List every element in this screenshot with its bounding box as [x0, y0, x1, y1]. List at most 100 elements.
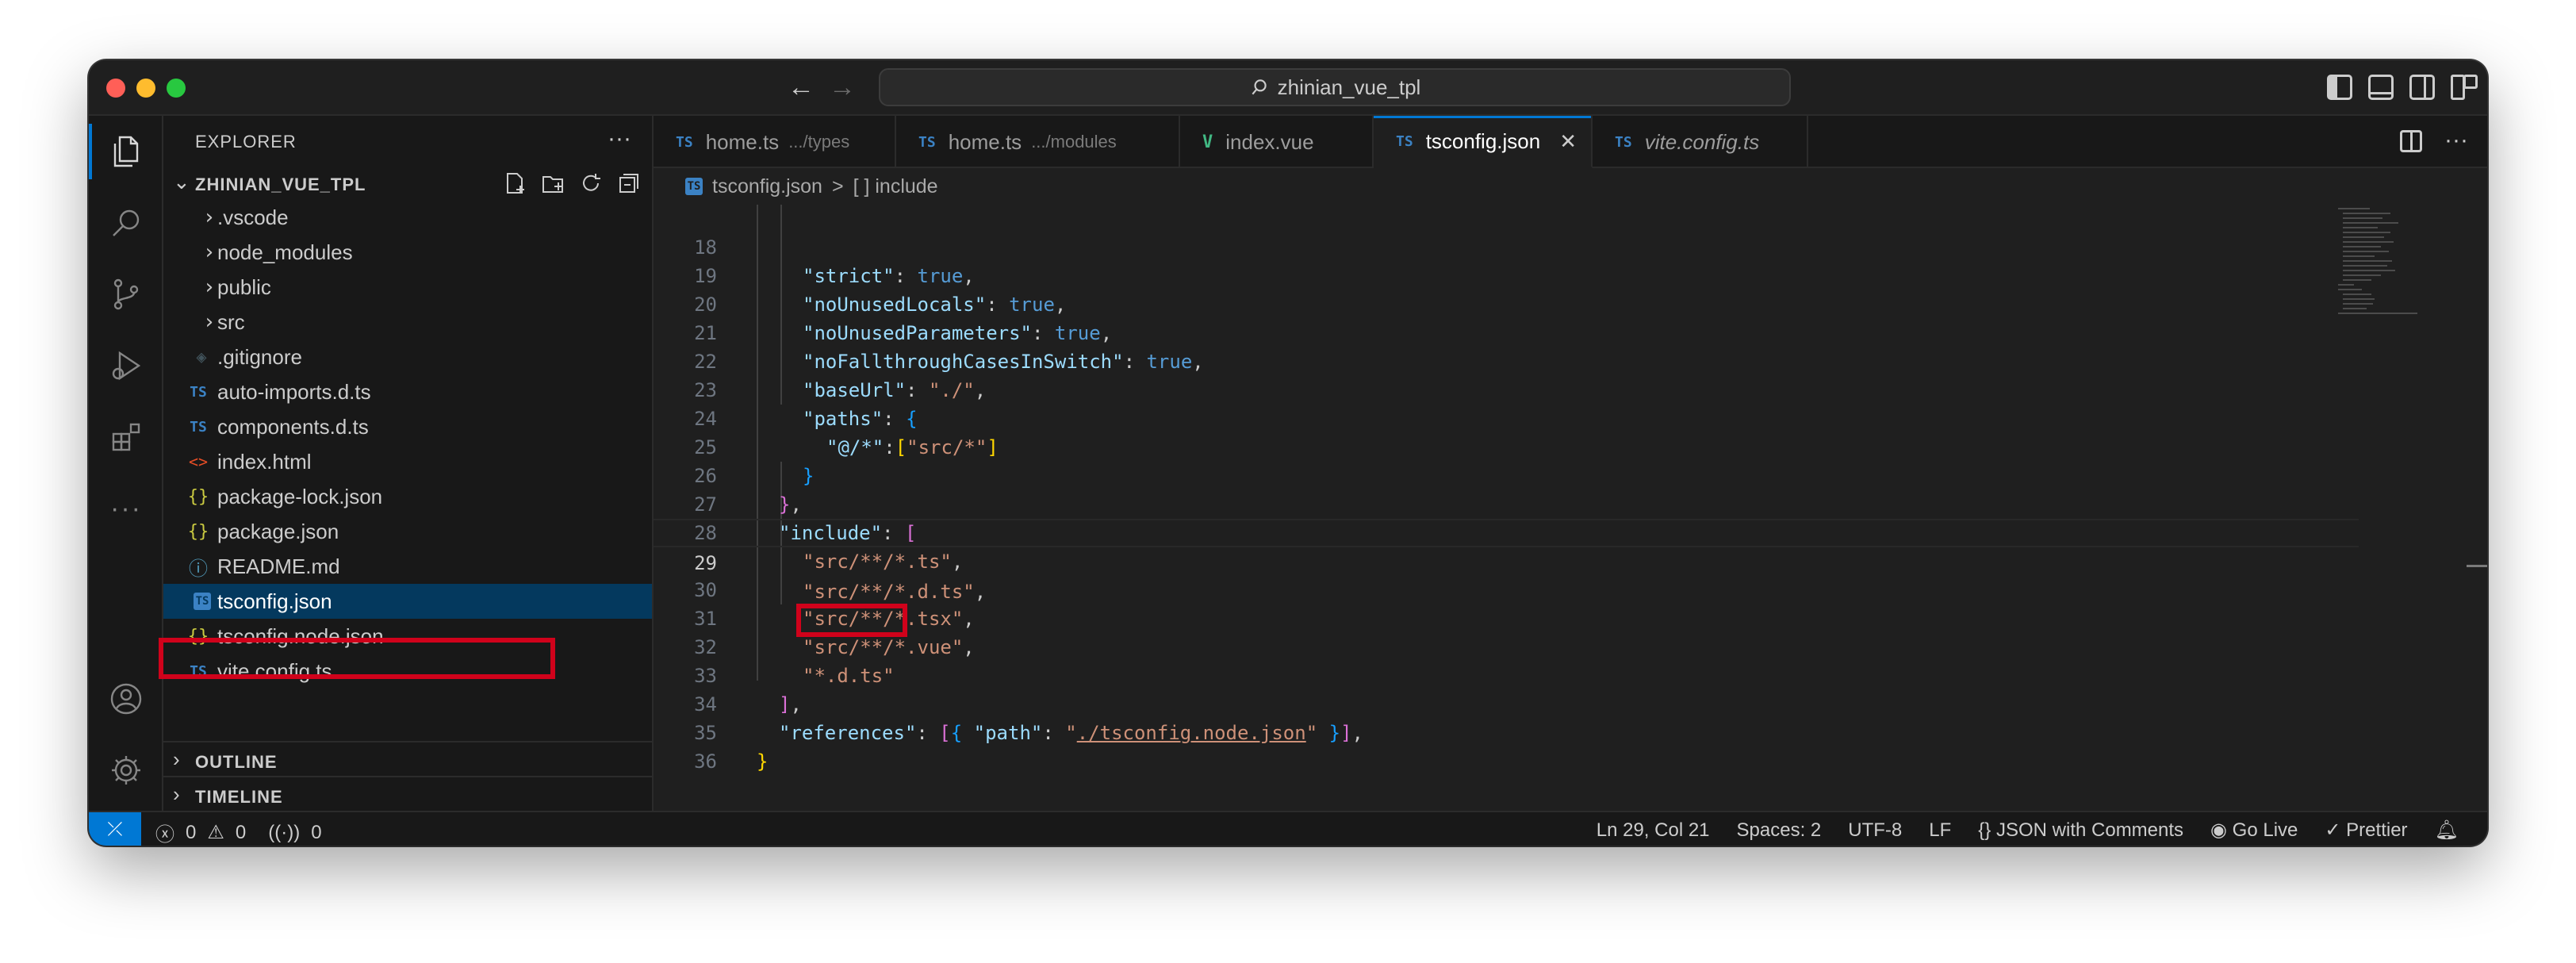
- go-live[interactable]: ◉ Go Live: [2210, 819, 2298, 842]
- collapse-all-icon[interactable]: [617, 171, 641, 195]
- chevron-down-icon: ⌄: [173, 170, 190, 194]
- toggle-primary-sidebar-icon[interactable]: [2327, 75, 2352, 100]
- settings-gear-icon[interactable]: [89, 735, 163, 806]
- more-actions-icon[interactable]: ···: [2444, 127, 2468, 154]
- more-views-icon[interactable]: ···: [89, 473, 163, 544]
- ts-icon: TS: [190, 418, 207, 435]
- tab-label: tsconfig.json: [1425, 129, 1541, 153]
- end-of-line[interactable]: LF: [1929, 819, 1951, 842]
- close-tab-icon[interactable]: ✕: [1559, 129, 1577, 154]
- scrollbar-indicator[interactable]: [2467, 565, 2487, 567]
- tree-item-label: components.d.ts: [217, 414, 369, 439]
- json-icon: {}: [187, 626, 209, 646]
- code-line: 19 "noUnusedLocals": true,: [654, 233, 2487, 316]
- tree-item-label: .vscode: [217, 205, 289, 229]
- tab-label: vite.config.ts: [1644, 129, 1760, 154]
- code-editor[interactable]: 18 "strict": true, 19 "noUnusedLocals": …: [654, 205, 2487, 811]
- indentation[interactable]: Spaces: 2: [1737, 819, 1822, 842]
- tree-item-vscode[interactable]: › .vscode: [163, 200, 652, 235]
- minimize-window-button[interactable]: [136, 79, 155, 98]
- line-number: 36: [694, 750, 717, 773]
- tree-item-tsconfig[interactable]: TS tsconfig.json: [163, 584, 652, 619]
- timeline-section-header[interactable]: › TIMELINE: [163, 776, 652, 811]
- json-icon: {}: [187, 521, 209, 542]
- breadcrumb-separator: >: [831, 175, 844, 198]
- minimap[interactable]: [2330, 205, 2457, 332]
- encoding[interactable]: UTF-8: [1848, 819, 1902, 842]
- tree-item-label: .gitignore: [217, 344, 302, 369]
- error-count[interactable]: 0: [186, 822, 196, 844]
- ports-icon: ((·)): [268, 821, 301, 843]
- tab-label: home.ts: [948, 129, 1022, 154]
- split-editor-icon[interactable]: [2400, 130, 2423, 152]
- cursor-position[interactable]: Ln 29, Col 21: [1597, 819, 1710, 842]
- tab-index-vue[interactable]: V index.vue: [1180, 116, 1374, 168]
- tab-description: .../modules: [1031, 132, 1117, 152]
- tab-home-ts-modules[interactable]: TS home.ts .../modules: [896, 116, 1180, 168]
- warning-count[interactable]: 0: [236, 822, 246, 844]
- tree-item-vite-config[interactable]: TS vite.config.ts: [163, 654, 652, 689]
- tab-label: home.ts: [705, 129, 780, 154]
- folder-actions: [503, 171, 641, 195]
- tab-home-ts-types[interactable]: TS home.ts .../types: [654, 116, 896, 168]
- tree-item-label: public: [217, 274, 271, 299]
- tree-item-components[interactable]: TS components.d.ts: [163, 409, 652, 444]
- account-icon[interactable]: [89, 663, 163, 735]
- outline-section-header[interactable]: › OUTLINE: [163, 741, 652, 776]
- tree-item-node-modules[interactable]: › node_modules: [163, 235, 652, 270]
- tree-item-auto-imports[interactable]: TS auto-imports.d.ts: [163, 374, 652, 409]
- command-center-search[interactable]: zhinian_vue_tpl: [879, 68, 1791, 106]
- workspace-folder-header[interactable]: ⌄ ZHINIAN_VUE_TPL: [163, 165, 652, 200]
- tree-item-gitignore[interactable]: ◈ .gitignore: [163, 340, 652, 374]
- tree-item-package-json[interactable]: {} package.json: [163, 514, 652, 549]
- warning-icon: ⚠: [207, 822, 224, 843]
- breadcrumb-file[interactable]: tsconfig.json: [712, 175, 822, 198]
- tsconfig-icon: TS: [194, 593, 211, 610]
- tree-item-label: README.md: [217, 554, 340, 578]
- tab-description: .../types: [788, 132, 850, 152]
- tree-item-readme[interactable]: ⓘ README.md: [163, 549, 652, 584]
- toggle-secondary-sidebar-icon[interactable]: [2409, 75, 2435, 100]
- code-line: 22 "baseUrl": "./",: [654, 319, 2487, 401]
- extensions-icon[interactable]: [89, 401, 163, 473]
- maximize-window-button[interactable]: [167, 79, 186, 98]
- ts-icon: TS: [676, 133, 693, 151]
- tab-tsconfig-json[interactable]: TS tsconfig.json ✕: [1374, 116, 1593, 168]
- ports-count[interactable]: 0: [311, 822, 321, 844]
- tree-item-src[interactable]: › src: [163, 305, 652, 340]
- breadcrumb-symbol[interactable]: [ ] include: [853, 175, 938, 198]
- code-line: 34 "references": [{ "path": "./tsconfig.…: [654, 662, 2487, 744]
- code-line: 30 "src/**/*.tsx",: [654, 547, 2487, 630]
- new-folder-icon[interactable]: [541, 171, 565, 195]
- forward-arrow-icon[interactable]: →: [826, 71, 858, 103]
- code-line: 25 }: [654, 405, 2487, 487]
- code-line: 33 ],: [654, 633, 2487, 716]
- tree-item-label: package.json: [217, 519, 339, 543]
- run-debug-icon[interactable]: [89, 330, 163, 401]
- info-icon: ⓘ: [189, 557, 208, 580]
- close-window-button[interactable]: [106, 79, 125, 98]
- prettier[interactable]: ✓ Prettier: [2325, 819, 2407, 842]
- source-control-icon[interactable]: [89, 259, 163, 330]
- language-mode[interactable]: {} JSON with Comments: [1978, 819, 2183, 842]
- tree-item-tsconfig-node[interactable]: {} tsconfig.node.json: [163, 619, 652, 654]
- customize-layout-icon[interactable]: [2451, 75, 2478, 100]
- tree-item-label: vite.config.ts: [217, 658, 332, 683]
- notifications-bell-icon[interactable]: 🔔︎: [2435, 819, 2459, 842]
- json-icon: {}: [187, 486, 209, 507]
- remote-indicator-icon[interactable]: ⤫: [89, 812, 141, 846]
- vue-icon: V: [1202, 132, 1213, 152]
- refresh-icon[interactable]: [579, 171, 603, 195]
- search-icon[interactable]: [89, 187, 163, 259]
- tree-item-package-lock[interactable]: {} package-lock.json: [163, 479, 652, 514]
- explorer-more-icon[interactable]: ···: [608, 125, 631, 152]
- new-file-icon[interactable]: [503, 171, 527, 195]
- tree-item-public[interactable]: › public: [163, 270, 652, 305]
- back-arrow-icon[interactable]: ←: [785, 71, 817, 103]
- explorer-icon[interactable]: [89, 116, 163, 187]
- file-tree: › .vscode › node_modules › public › src …: [163, 200, 652, 689]
- tree-item-index-html[interactable]: <> index.html: [163, 444, 652, 479]
- code-line: 32 "*.d.ts": [654, 604, 2487, 687]
- toggle-panel-icon[interactable]: [2368, 75, 2394, 100]
- tab-vite-config[interactable]: TS vite.config.ts: [1593, 116, 1808, 168]
